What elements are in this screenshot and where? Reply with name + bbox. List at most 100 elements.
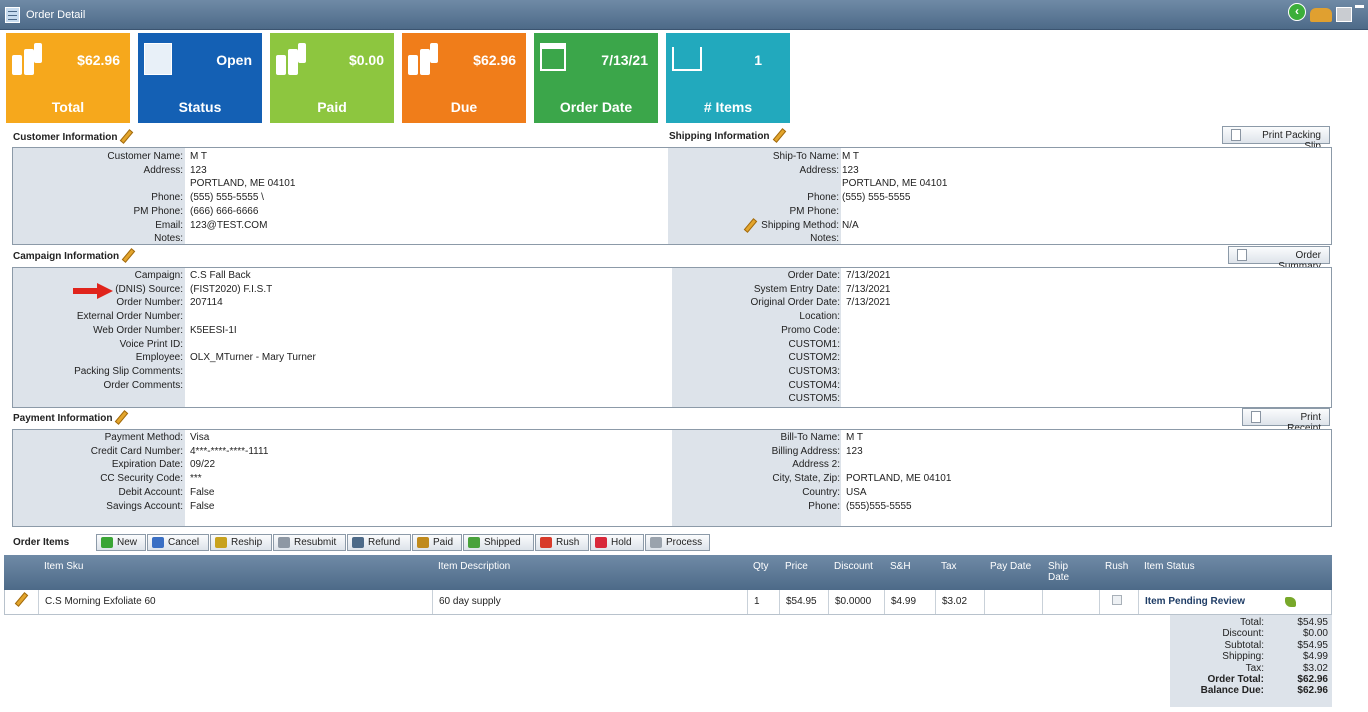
info-row: CUSTOM3: xyxy=(13,365,1313,378)
field-label: Original Order Date: xyxy=(750,297,840,309)
campaign-info-heading: Campaign Information xyxy=(13,249,132,262)
tile-value: 1 xyxy=(754,52,762,68)
tile-value: $0.00 xyxy=(348,52,384,68)
tile-value: $62.96 xyxy=(473,52,516,68)
tile-label: # Items xyxy=(703,99,753,115)
field-label: Country: xyxy=(802,486,840,498)
info-row: Billing Address: 123 xyxy=(13,445,1313,458)
reship-button[interactable]: Reship xyxy=(210,534,272,551)
document-icon xyxy=(1231,129,1241,141)
info-row: City, State, Zip: PORTLAND, ME 04101 xyxy=(13,472,1313,485)
document-icon xyxy=(1237,249,1247,261)
paid-icon xyxy=(417,537,429,548)
paid-button[interactable]: Paid xyxy=(412,534,462,551)
column-header[interactable]: Qty xyxy=(753,561,769,572)
tile-total[interactable]: $62.96 Total xyxy=(6,33,130,123)
order-items-heading: Order Items xyxy=(13,537,70,548)
window-title: Order Detail xyxy=(26,9,86,21)
cell-item-status: Item Pending Review xyxy=(1139,590,1332,614)
tile-status[interactable]: Open Status xyxy=(138,33,262,123)
tile-order-date[interactable]: 7/13/21 Order Date xyxy=(534,33,658,123)
cell-pay-date xyxy=(985,590,1043,614)
rush-icon xyxy=(540,537,552,548)
field-label: Phone: xyxy=(808,500,840,512)
customer-shipping-panel: Customer Name: M T Address: 123 PORTLAND, ME… xyxy=(12,147,1332,245)
window-titlebar: Order Detail ‹ xyxy=(0,0,1368,30)
tile-due[interactable]: $62.96 Due xyxy=(402,33,526,123)
minimize-button[interactable] xyxy=(1355,5,1364,8)
total-row: Total: $54.95 xyxy=(1170,617,1332,628)
field-value: 7/13/2021 xyxy=(846,270,891,281)
column-header[interactable]: Item Status xyxy=(1144,561,1195,572)
process-button[interactable]: Process xyxy=(645,534,710,551)
tile-label: Due xyxy=(450,99,478,115)
hold-flag-icon xyxy=(595,537,607,548)
button-label: Cancel xyxy=(168,537,200,548)
tile-label: Order Date xyxy=(559,99,633,115)
hold-button[interactable]: Hold xyxy=(590,534,644,551)
button-label: Rush xyxy=(556,537,580,548)
edit-pencil-icon[interactable] xyxy=(120,130,130,142)
column-header[interactable]: Discount xyxy=(834,561,873,572)
total-row: Order Total: $62.96 xyxy=(1170,674,1332,685)
refund-button[interactable]: Refund xyxy=(347,534,411,551)
tile-items[interactable]: 1 # Items xyxy=(666,33,790,123)
total-value: $54.95 xyxy=(1297,639,1328,651)
edit-pencil-icon[interactable] xyxy=(122,249,132,261)
printer-icon[interactable] xyxy=(1336,7,1352,22)
info-row: System Entry Date: 7/13/2021 xyxy=(13,283,1313,296)
money-stack-icon xyxy=(12,43,42,75)
shipped-icon xyxy=(468,537,480,548)
cell-item-sku: C.S Morning Exfoliate 60 xyxy=(39,590,433,614)
order-summary-button[interactable]: Order Summary xyxy=(1228,246,1330,272)
table-row[interactable]: C.S Morning Exfoliate 60 60 day supply 1… xyxy=(4,590,1332,615)
field-label: City, State, Zip: xyxy=(772,473,840,485)
field-value: (555)555-5555 xyxy=(846,500,912,512)
edit-pencil-icon[interactable] xyxy=(15,593,25,605)
back-arrow-icon[interactable]: ‹ xyxy=(1288,3,1306,21)
field-label: PM Phone: xyxy=(789,205,839,217)
info-row: Address 2: xyxy=(13,458,1313,471)
tile-value: $62.96 xyxy=(77,52,120,68)
tile-paid[interactable]: $0.00 Paid xyxy=(270,33,394,123)
column-header[interactable]: Pay Date xyxy=(990,561,1031,572)
column-header[interactable]: Rush xyxy=(1105,561,1128,572)
column-header[interactable]: Item Sku xyxy=(44,561,83,572)
new-button[interactable]: New xyxy=(96,534,146,551)
info-row: Ship-To Name: M T xyxy=(13,150,1313,163)
money-stack-icon xyxy=(408,43,438,75)
customer-info-heading: Customer Information xyxy=(13,130,130,143)
field-label: Shipping Method: xyxy=(761,219,839,231)
status-flag-icon[interactable] xyxy=(1285,597,1296,607)
info-row: Phone: (555)555-5555 xyxy=(13,500,1313,513)
rush-button[interactable]: Rush xyxy=(535,534,589,551)
print-receipt-button[interactable]: Print Receipt xyxy=(1242,408,1330,434)
document-icon xyxy=(5,7,20,23)
info-row: CUSTOM5: xyxy=(13,392,1313,405)
column-header[interactable]: Ship Date xyxy=(1048,561,1088,583)
column-header[interactable]: Tax xyxy=(941,561,957,572)
column-header[interactable]: Item Description xyxy=(438,561,510,572)
rush-checkbox[interactable] xyxy=(1112,595,1122,605)
edit-pencil-icon[interactable] xyxy=(744,219,754,231)
total-label: Order Total: xyxy=(1207,674,1264,685)
shipped-button[interactable]: Shipped xyxy=(463,534,534,551)
field-value: M T xyxy=(842,151,860,162)
cancel-icon xyxy=(152,537,164,548)
column-header[interactable]: Price xyxy=(785,561,808,572)
tile-label: Paid xyxy=(317,99,347,115)
total-label: Total: xyxy=(1240,617,1264,628)
print-packing-slip-button[interactable]: Print Packing Slip xyxy=(1222,126,1330,152)
resubmit-button[interactable]: Resubmit xyxy=(273,534,346,551)
field-label: Ship-To Name: xyxy=(772,151,839,162)
cancel-button[interactable]: Cancel xyxy=(147,534,209,551)
button-label: Shipped xyxy=(484,537,521,548)
users-icon[interactable] xyxy=(1310,8,1332,22)
edit-pencil-icon[interactable] xyxy=(115,411,125,423)
field-label: CUSTOM3: xyxy=(788,365,841,377)
edit-pencil-icon[interactable] xyxy=(773,129,783,141)
total-value: $3.02 xyxy=(1302,662,1328,674)
info-row: Shipping Method: N/A xyxy=(13,219,1313,232)
column-header[interactable]: S&H xyxy=(890,561,911,572)
info-row: Country: USA xyxy=(13,486,1313,499)
